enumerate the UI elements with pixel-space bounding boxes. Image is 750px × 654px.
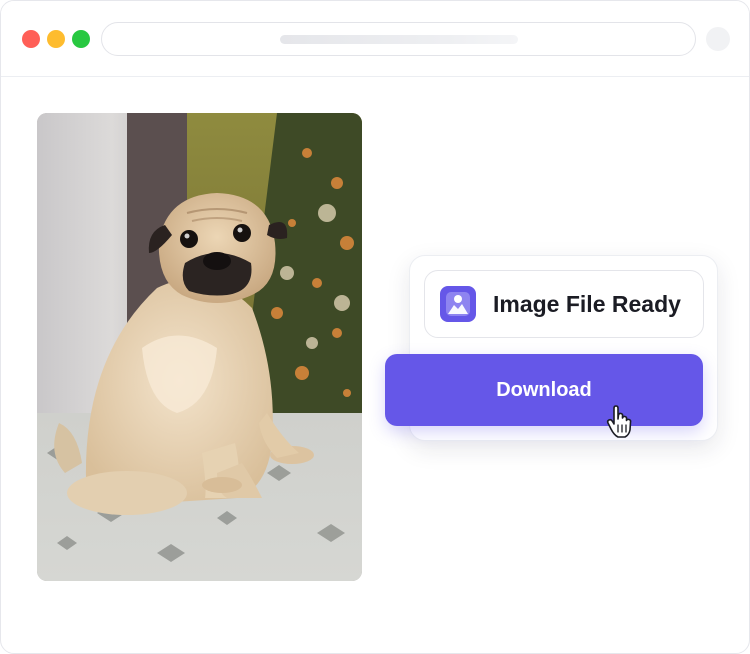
image-icon bbox=[440, 286, 476, 322]
browser-titlebar bbox=[1, 1, 749, 77]
file-chip: Image File Ready bbox=[424, 270, 704, 338]
address-placeholder-bar bbox=[280, 35, 518, 44]
close-window-button[interactable] bbox=[22, 30, 40, 48]
browser-menu-button[interactable] bbox=[706, 27, 730, 51]
address-bar[interactable] bbox=[101, 22, 696, 56]
file-ready-label: Image File Ready bbox=[493, 291, 681, 317]
download-button[interactable]: Download bbox=[385, 354, 703, 426]
zoom-window-button[interactable] bbox=[72, 30, 90, 48]
hand-pointer-icon bbox=[606, 405, 634, 439]
pug-photo bbox=[37, 113, 362, 581]
browser-window: Image File Ready Download bbox=[0, 0, 750, 654]
minimize-window-button[interactable] bbox=[47, 30, 65, 48]
